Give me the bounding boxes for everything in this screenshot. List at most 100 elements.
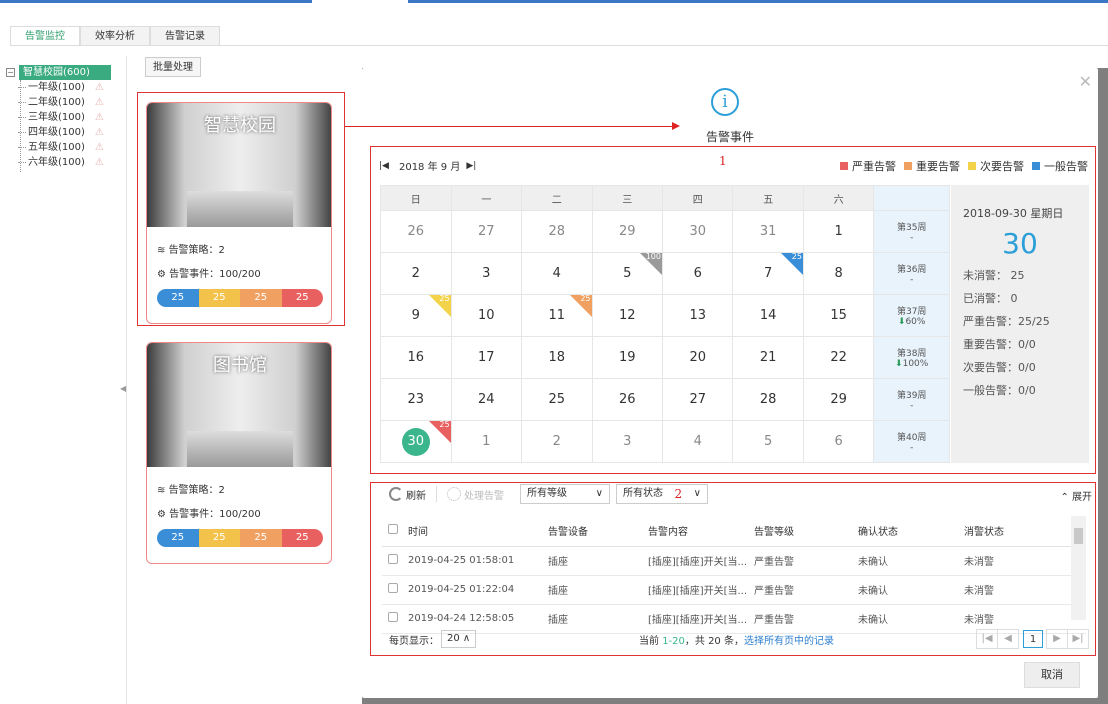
calendar-day[interactable]: 29 <box>591 210 663 253</box>
table-scrollbar[interactable] <box>1071 516 1086 620</box>
cell-confirm: 未确认 <box>858 546 964 576</box>
calendar-day[interactable]: 3 <box>450 252 523 295</box>
per-page-select[interactable]: 20 ∧ <box>441 630 477 648</box>
alarm-calendar: 日 一 二 三 四 五 六 26 27 28 29 30 31 1 第35周 - … <box>380 185 950 463</box>
collapse-sidebar-icon[interactable]: ◀ <box>120 384 126 393</box>
batch-process-button[interactable]: 批量处理 <box>145 57 201 77</box>
week-summary[interactable]: 第38周 ⬇100% <box>873 336 950 379</box>
tree-item[interactable]: 六年级(100) ⚠ <box>6 155 124 170</box>
tab-alarm-monitor[interactable]: 告警监控 <box>10 26 80 46</box>
calendar-day-today[interactable]: 30 25 <box>380 420 452 463</box>
close-icon[interactable]: ✕ <box>1079 72 1092 91</box>
current-page[interactable]: 1 <box>1023 630 1043 648</box>
first-page-icon[interactable]: |◀ <box>976 629 998 649</box>
calendar-day[interactable]: 2 <box>380 252 452 295</box>
calendar-day[interactable]: 4 <box>521 252 593 295</box>
expand-button[interactable]: ⌃ 展开 <box>1060 488 1092 503</box>
select-all-pages-link[interactable]: 选择所有页中的记录 <box>744 636 834 647</box>
week-summary[interactable]: 第36周 - <box>873 252 950 295</box>
calendar-day[interactable]: 6 <box>661 252 734 295</box>
calendar-day[interactable]: 11 25 <box>521 294 593 337</box>
calendar-day[interactable]: 30 <box>661 210 734 253</box>
tab-efficiency[interactable]: 效率分析 <box>80 26 150 46</box>
calendar-day[interactable]: 5 <box>732 420 804 463</box>
calendar-day[interactable]: 17 <box>450 336 523 379</box>
calendar-day[interactable]: 20 <box>661 336 734 379</box>
annotation-arrowhead <box>672 122 680 130</box>
week-summary[interactable]: 第35周 - <box>873 210 950 253</box>
next-month-icon[interactable]: ▶| <box>466 161 476 171</box>
calendar-day[interactable]: 13 <box>661 294 734 337</box>
calendar-day[interactable]: 28 <box>521 210 593 253</box>
calendar-day[interactable]: 25 <box>521 378 593 421</box>
collapse-toggle-icon[interactable]: − <box>6 67 15 77</box>
calendar-day[interactable]: 31 <box>732 210 804 253</box>
tab-alarm-records[interactable]: 告警记录 <box>150 26 220 46</box>
location-card[interactable]: 图书馆 ≋ 告警策略：2 ⚙ 告警事件：100/200 25 25 25 25 <box>146 342 332 564</box>
tree-item[interactable]: 五年级(100) ⚠ <box>6 140 124 155</box>
column-header[interactable]: 告警设备 <box>548 516 648 547</box>
select-all-checkbox[interactable] <box>388 524 398 535</box>
calendar-day[interactable]: 28 <box>732 378 804 421</box>
tree-root-label[interactable]: 智慧校园(600) <box>19 64 111 80</box>
calendar-day[interactable]: 18 <box>521 336 593 379</box>
calendar-day[interactable]: 10 <box>450 294 523 337</box>
calendar-day[interactable]: 4 <box>661 420 734 463</box>
calendar-day[interactable]: 26 <box>380 210 452 253</box>
table-row[interactable]: 2019-04-25 01:22:04 插座 [插座][插座]开关[当... 严… <box>382 575 1086 605</box>
calendar-day[interactable]: 12 <box>591 294 663 337</box>
row-checkbox[interactable] <box>388 612 398 622</box>
column-header[interactable]: 告警等级 <box>754 516 858 547</box>
calendar-day[interactable]: 21 <box>732 336 804 379</box>
calendar-day[interactable]: 27 <box>661 378 734 421</box>
column-header[interactable]: 时间 <box>408 516 548 547</box>
last-page-icon[interactable]: ▶| <box>1067 629 1089 649</box>
calendar-day[interactable]: 9 25 <box>380 294 452 337</box>
calendar-day[interactable]: 3 <box>591 420 663 463</box>
tree-item[interactable]: 四年级(100) ⚠ <box>6 125 124 140</box>
calendar-day[interactable]: 14 <box>732 294 804 337</box>
calendar-day[interactable]: 2 <box>521 420 593 463</box>
calendar-day[interactable]: 7 25 <box>732 252 804 295</box>
status-select[interactable]: 所有状态 2 ∨ <box>616 484 708 504</box>
tree-root[interactable]: − 智慧校园(600) <box>6 64 124 80</box>
column-header[interactable]: 告警内容 <box>648 516 754 547</box>
down-arrow-icon: ⬇ <box>895 359 903 369</box>
calendar-day[interactable]: 16 <box>380 336 452 379</box>
week-summary[interactable]: 第37周 ⬇60% <box>873 294 950 337</box>
calendar-day[interactable]: 22 <box>802 336 875 379</box>
tree-item[interactable]: 一年级(100) ⚠ <box>6 80 124 95</box>
calendar-day[interactable]: 24 <box>450 378 523 421</box>
per-page-value: 20 <box>447 633 460 644</box>
tree-item[interactable]: 三年级(100) ⚠ <box>6 110 124 125</box>
calendar-day[interactable]: 27 <box>450 210 523 253</box>
calendar-day[interactable]: 15 <box>802 294 875 337</box>
calendar-day[interactable]: 19 <box>591 336 663 379</box>
calendar-day[interactable]: 26 <box>591 378 663 421</box>
calendar-day[interactable]: 6 <box>802 420 875 463</box>
handle-alarm-button[interactable]: 处理告警 <box>447 487 504 502</box>
level-select[interactable]: 所有等级 ∨ <box>520 484 610 504</box>
calendar-day[interactable]: 23 <box>380 378 452 421</box>
refresh-button[interactable]: 刷新 <box>389 487 426 502</box>
prev-month-icon[interactable]: |◀ <box>379 161 389 171</box>
week-summary[interactable]: 第39周 - <box>873 378 950 421</box>
cell-confirm: 未确认 <box>858 604 964 634</box>
scrollbar-thumb[interactable] <box>1074 528 1083 544</box>
table-row[interactable]: 2019-04-25 01:58:01 插座 [插座][插座]开关[当... 严… <box>382 546 1086 576</box>
next-page-icon[interactable]: ▶ <box>1046 629 1068 649</box>
column-header[interactable]: 确认状态 <box>858 516 964 547</box>
week-summary[interactable]: 第40周 - <box>873 420 950 463</box>
calendar-day[interactable]: 1 <box>450 420 523 463</box>
column-header[interactable]: 消警状态 <box>964 516 1086 547</box>
tree-item[interactable]: 二年级(100) ⚠ <box>6 95 124 110</box>
row-checkbox[interactable] <box>388 583 398 593</box>
calendar-day[interactable]: 8 <box>802 252 875 295</box>
row-checkbox[interactable] <box>388 554 398 564</box>
summary-row: 未消警： 25 <box>963 269 1025 282</box>
calendar-day[interactable]: 5 100 <box>591 252 663 295</box>
prev-page-icon[interactable]: ◀ <box>997 629 1019 649</box>
calendar-day[interactable]: 1 <box>802 210 875 253</box>
calendar-day[interactable]: 29 <box>802 378 875 421</box>
cancel-button[interactable]: 取消 <box>1024 662 1080 688</box>
